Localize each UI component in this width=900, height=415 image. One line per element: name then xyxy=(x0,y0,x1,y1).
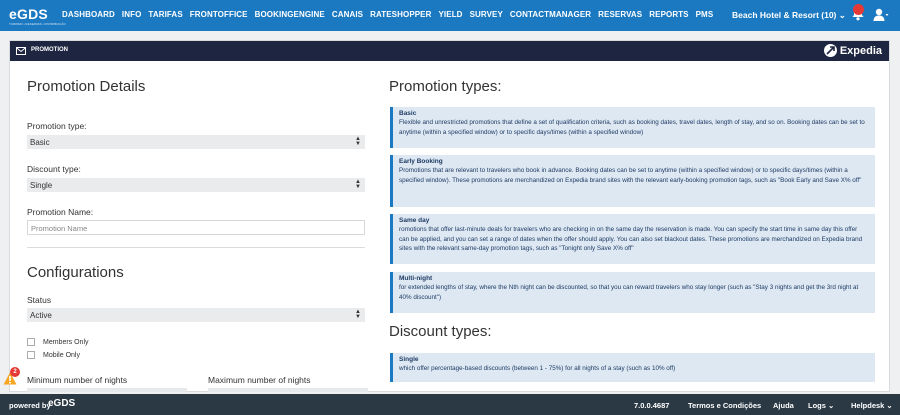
status-label: Status xyxy=(27,295,52,305)
menu-item-reports[interactable]: REPORTS xyxy=(649,10,688,19)
members-only-label: Members Only xyxy=(43,339,89,346)
max-nights-input[interactable] xyxy=(208,388,368,392)
promo-type-title: Multi-night xyxy=(399,275,433,282)
menu-item-pms[interactable]: PMS xyxy=(696,10,714,19)
max-nights-label: Maximum number of nights xyxy=(208,375,311,385)
menu-item-frontoffice[interactable]: FRONTOFFICE xyxy=(190,10,248,19)
mobile-only-checkbox[interactable] xyxy=(27,351,35,359)
top-navbar: eGDS TURISMO • RESERVAS • DISTRIBUIÇÃO D… xyxy=(0,0,900,31)
warning-count-badge: 2 xyxy=(10,367,20,377)
powered-by-label: powered by xyxy=(9,401,51,410)
select-arrows-icon: ▲ ▼ xyxy=(355,179,361,190)
select-arrows-icon: ▲ ▼ xyxy=(355,136,361,147)
promotion-name-label: Promotion Name: xyxy=(27,207,94,217)
menu-item-contactmanager[interactable]: CONTACTMANAGER xyxy=(510,10,591,19)
promotion-type-select[interactable]: Basic ▲ ▼ xyxy=(27,135,365,149)
expedia-brand-name: Expedia xyxy=(839,44,882,57)
discount-type-single: Single which offer percentage-based disc… xyxy=(390,353,875,382)
promo-type-title: Early Booking xyxy=(399,158,443,165)
footer-bar: powered by eGDS 7.0.0.4687 Termos e Cond… xyxy=(0,394,900,415)
promo-type-description: Promotions that are relevant to traveler… xyxy=(399,167,862,184)
panel-header: PROMOTION Expedia xyxy=(10,41,889,61)
section-divider xyxy=(27,247,365,248)
user-icon[interactable] xyxy=(873,8,889,22)
promo-type-description: for extended lengths of stay, where the … xyxy=(399,284,859,301)
promo-type-description: romotions that offer last-minute deals f… xyxy=(399,226,863,253)
menu-item-yield[interactable]: YIELD xyxy=(439,10,463,19)
promo-type-description: Flexible and unrestricted promotions tha… xyxy=(399,119,865,136)
select-arrows-icon: ▲ ▼ xyxy=(355,309,361,320)
panel-title: PROMOTION xyxy=(31,47,68,53)
status-select[interactable]: Active ▲ ▼ xyxy=(27,308,365,322)
promotion-type-value: Basic xyxy=(30,138,50,147)
envelope-icon xyxy=(16,47,26,55)
promo-type-basic: Basic Flexible and unrestricted promotio… xyxy=(390,107,875,148)
help-link[interactable]: Ajuda xyxy=(773,401,794,410)
promo-type-title: Basic xyxy=(399,110,417,117)
configurations-heading: Configurations xyxy=(27,264,124,281)
helpdesk-menu[interactable]: Helpdesk ⌄ xyxy=(851,401,893,410)
egds-logo[interactable]: eGDS xyxy=(9,6,48,22)
logo-tagline: TURISMO • RESERVAS • DISTRIBUIÇÃO xyxy=(9,22,66,26)
menu-item-bookingengine[interactable]: BOOKINGENGINE xyxy=(255,10,325,19)
terms-link[interactable]: Termos e Condições xyxy=(688,401,761,410)
promo-type-title: Same day xyxy=(399,217,430,224)
menu-item-canais[interactable]: CANAIS xyxy=(332,10,363,19)
notification-badge xyxy=(853,4,864,15)
menu-item-tarifas[interactable]: TARIFAS xyxy=(148,10,182,19)
menu-item-info[interactable]: INFO xyxy=(122,10,142,19)
promotion-types-heading: Promotion types: xyxy=(389,78,502,95)
promo-type-early-booking: Early Booking Promotions that are releva… xyxy=(390,155,875,207)
discount-type-label: Discount type: xyxy=(27,164,81,174)
promo-type-same-day: Same day romotions that offer last-minut… xyxy=(390,214,875,264)
members-only-checkbox[interactable] xyxy=(27,338,35,346)
promotion-type-label: Promotion type: xyxy=(27,121,87,131)
min-nights-input[interactable] xyxy=(27,388,187,392)
menu-item-rateshopper[interactable]: RATESHOPPER xyxy=(370,10,431,19)
discount-type-title: Single xyxy=(399,356,419,363)
footer-egds-logo: eGDS xyxy=(48,398,76,409)
promo-type-multi-night: Multi-night for extended lengths of stay… xyxy=(390,272,875,313)
version-label: 7.0.0.4687 xyxy=(634,401,670,410)
menu-item-dashboard[interactable]: DASHBOARD xyxy=(62,10,115,19)
expedia-logo: Expedia xyxy=(823,44,882,57)
promotion-details-heading: Promotion Details xyxy=(27,78,146,95)
discount-type-description: which offer percentage-based discounts (… xyxy=(399,365,676,372)
discount-type-select[interactable]: Single ▲ ▼ xyxy=(27,178,365,192)
discount-types-heading: Discount types: xyxy=(389,323,492,340)
discount-type-value: Single xyxy=(30,181,53,190)
hotel-selector[interactable]: Beach Hotel & Resort (10) ⌄ xyxy=(732,10,846,21)
mobile-only-label: Mobile Only xyxy=(43,352,80,359)
main-menu: DASHBOARD INFO TARIFAS FRONTOFFICE BOOKI… xyxy=(62,10,713,19)
menu-item-survey[interactable]: SURVEY xyxy=(470,10,503,19)
logs-menu[interactable]: Logs ⌄ xyxy=(808,401,834,410)
status-value: Active xyxy=(30,311,52,320)
menu-item-reservas[interactable]: RESERVAS xyxy=(598,10,642,19)
min-nights-label: Minimum number of nights xyxy=(27,375,128,385)
expedia-globe-icon xyxy=(823,44,837,57)
promotion-name-input[interactable]: Promotion Name xyxy=(27,220,365,235)
